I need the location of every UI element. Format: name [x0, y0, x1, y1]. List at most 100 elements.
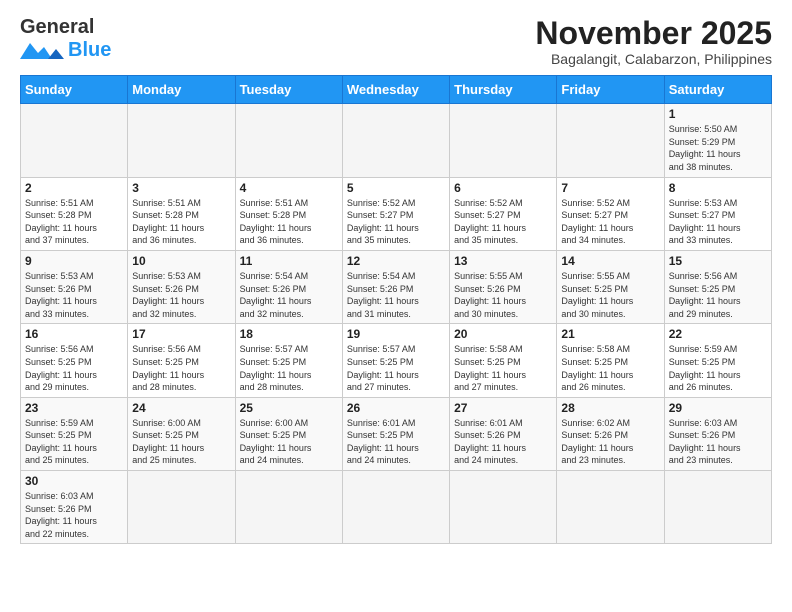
day-number: 8 [669, 181, 767, 195]
calendar-day-cell: 5Sunrise: 5:52 AM Sunset: 5:27 PM Daylig… [342, 177, 449, 250]
day-info: Sunrise: 5:57 AM Sunset: 5:25 PM Dayligh… [347, 343, 445, 393]
calendar-day-cell [235, 471, 342, 544]
day-info: Sunrise: 6:00 AM Sunset: 5:25 PM Dayligh… [132, 417, 230, 467]
day-number: 25 [240, 401, 338, 415]
calendar-day-cell: 18 Sunrise: 5:57 AM Sunset: 5:25 PM Dayli… [235, 324, 342, 397]
day-info: Sunrise: 5:52 AM Sunset: 5:27 PM Dayligh… [561, 197, 659, 247]
day-header-saturday: Saturday [664, 76, 771, 104]
day-info: Sunrise: 6:02 AM Sunset: 5:26 PM Dayligh… [561, 417, 659, 467]
day-info: Sunrise: 5:53 AM Sunset: 5:26 PM Dayligh… [132, 270, 230, 320]
day-info: Sunrise: 5:57 AM Sunset: 5:25 PM Dayligh… [240, 343, 338, 393]
day-number: 28 [561, 401, 659, 415]
calendar-day-cell: 28 Sunrise: 6:02 AM Sunset: 5:26 PM Dayli… [557, 397, 664, 470]
calendar-day-cell: 16Sunrise: 5:56 AM Sunset: 5:25 PM Dayli… [21, 324, 128, 397]
day-number: 2 [25, 181, 123, 195]
calendar-day-cell [664, 471, 771, 544]
day-header-thursday: Thursday [450, 76, 557, 104]
day-number: 19 [347, 327, 445, 341]
calendar-day-cell: 4 Sunrise: 5:51 AM Sunset: 5:28 PM Daylig… [235, 177, 342, 250]
day-number: 29 [669, 401, 767, 415]
calendar-day-cell: 30Sunrise: 6:03 AM Sunset: 5:26 PM Dayli… [21, 471, 128, 544]
calendar-day-cell: 24 Sunrise: 6:00 AM Sunset: 5:25 PM Dayli… [128, 397, 235, 470]
logo: General Blue [20, 16, 111, 62]
day-header-monday: Monday [128, 76, 235, 104]
day-info: Sunrise: 5:56 AM Sunset: 5:25 PM Dayligh… [25, 343, 123, 393]
day-number: 4 [240, 181, 338, 195]
day-info: Sunrise: 6:03 AM Sunset: 5:26 PM Dayligh… [669, 417, 767, 467]
calendar-day-cell [342, 471, 449, 544]
calendar-day-cell: 10 Sunrise: 5:53 AM Sunset: 5:26 PM Dayli… [128, 250, 235, 323]
day-number: 24 [132, 401, 230, 415]
calendar-day-cell: 26 Sunrise: 6:01 AM Sunset: 5:25 PM Dayli… [342, 397, 449, 470]
day-info: Sunrise: 5:58 AM Sunset: 5:25 PM Dayligh… [454, 343, 552, 393]
day-info: Sunrise: 5:56 AM Sunset: 5:25 PM Dayligh… [132, 343, 230, 393]
day-info: Sunrise: 5:56 AM Sunset: 5:25 PM Dayligh… [669, 270, 767, 320]
calendar-day-cell: 21 Sunrise: 5:58 AM Sunset: 5:25 PM Dayli… [557, 324, 664, 397]
calendar-week-row: 1 Sunrise: 5:50 AM Sunset: 5:29 PM Daylig… [21, 104, 772, 177]
day-number: 5 [347, 181, 445, 195]
day-info: Sunrise: 5:50 AM Sunset: 5:29 PM Dayligh… [669, 123, 767, 173]
day-number: 18 [240, 327, 338, 341]
calendar-day-cell: 1 Sunrise: 5:50 AM Sunset: 5:29 PM Daylig… [664, 104, 771, 177]
calendar-day-cell: 7Sunrise: 5:52 AM Sunset: 5:27 PM Daylig… [557, 177, 664, 250]
day-number: 14 [561, 254, 659, 268]
calendar-day-cell [21, 104, 128, 177]
day-info: Sunrise: 5:58 AM Sunset: 5:25 PM Dayligh… [561, 343, 659, 393]
calendar-week-row: 2 Sunrise: 5:51 AM Sunset: 5:28 PM Daylig… [21, 177, 772, 250]
month-year-title: November 2025 [535, 16, 772, 51]
day-number: 30 [25, 474, 123, 488]
day-info: Sunrise: 6:01 AM Sunset: 5:26 PM Dayligh… [454, 417, 552, 467]
day-number: 11 [240, 254, 338, 268]
calendar-day-cell: 3 Sunrise: 5:51 AM Sunset: 5:28 PM Daylig… [128, 177, 235, 250]
calendar-week-row: 16Sunrise: 5:56 AM Sunset: 5:25 PM Dayli… [21, 324, 772, 397]
day-header-wednesday: Wednesday [342, 76, 449, 104]
day-number: 1 [669, 107, 767, 121]
day-number: 10 [132, 254, 230, 268]
title-block: November 2025 Bagalangit, Calabarzon, Ph… [535, 16, 772, 67]
calendar-day-cell: 25Sunrise: 6:00 AM Sunset: 5:25 PM Dayli… [235, 397, 342, 470]
calendar-day-cell [450, 104, 557, 177]
calendar-week-row: 23 Sunrise: 5:59 AM Sunset: 5:25 PM Dayli… [21, 397, 772, 470]
day-info: Sunrise: 5:55 AM Sunset: 5:26 PM Dayligh… [454, 270, 552, 320]
day-number: 17 [132, 327, 230, 341]
page-header: General Blue November 2025 Bagalangit, C… [20, 16, 772, 67]
day-number: 3 [132, 181, 230, 195]
day-number: 15 [669, 254, 767, 268]
calendar-table: SundayMondayTuesdayWednesdayThursdayFrid… [20, 75, 772, 544]
day-info: Sunrise: 5:59 AM Sunset: 5:25 PM Dayligh… [25, 417, 123, 467]
day-info: Sunrise: 5:53 AM Sunset: 5:26 PM Dayligh… [25, 270, 123, 320]
calendar-day-cell: 14 Sunrise: 5:55 AM Sunset: 5:25 PM Dayli… [557, 250, 664, 323]
calendar-day-cell: 22Sunrise: 5:59 AM Sunset: 5:25 PM Dayli… [664, 324, 771, 397]
calendar-day-cell [128, 471, 235, 544]
calendar-day-cell: 2Sunrise: 5:51 AM Sunset: 5:28 PM Daylig… [21, 177, 128, 250]
calendar-day-cell: 13Sunrise: 5:55 AM Sunset: 5:26 PM Dayli… [450, 250, 557, 323]
day-info: Sunrise: 5:59 AM Sunset: 5:25 PM Dayligh… [669, 343, 767, 393]
calendar-day-cell: 8 Sunrise: 5:53 AM Sunset: 5:27 PM Daylig… [664, 177, 771, 250]
day-info: Sunrise: 5:55 AM Sunset: 5:25 PM Dayligh… [561, 270, 659, 320]
day-info: Sunrise: 6:01 AM Sunset: 5:25 PM Dayligh… [347, 417, 445, 467]
day-info: Sunrise: 5:51 AM Sunset: 5:28 PM Dayligh… [240, 197, 338, 247]
calendar-week-row: 9 Sunrise: 5:53 AM Sunset: 5:26 PM Daylig… [21, 250, 772, 323]
day-header-friday: Friday [557, 76, 664, 104]
logo-blue: Blue [68, 39, 111, 62]
calendar-day-cell: 9 Sunrise: 5:53 AM Sunset: 5:26 PM Daylig… [21, 250, 128, 323]
calendar-day-cell: 29 Sunrise: 6:03 AM Sunset: 5:26 PM Dayli… [664, 397, 771, 470]
day-number: 27 [454, 401, 552, 415]
day-number: 12 [347, 254, 445, 268]
day-number: 23 [25, 401, 123, 415]
day-number: 9 [25, 254, 123, 268]
calendar-day-cell: 27 Sunrise: 6:01 AM Sunset: 5:26 PM Dayli… [450, 397, 557, 470]
logo-general: General [20, 16, 94, 39]
location-subtitle: Bagalangit, Calabarzon, Philippines [535, 51, 772, 67]
calendar-day-cell: 15 Sunrise: 5:56 AM Sunset: 5:25 PM Dayli… [664, 250, 771, 323]
day-info: Sunrise: 5:54 AM Sunset: 5:26 PM Dayligh… [347, 270, 445, 320]
day-number: 6 [454, 181, 552, 195]
logo-icon [20, 41, 64, 61]
day-number: 26 [347, 401, 445, 415]
day-info: Sunrise: 5:51 AM Sunset: 5:28 PM Dayligh… [132, 197, 230, 247]
day-info: Sunrise: 5:52 AM Sunset: 5:27 PM Dayligh… [454, 197, 552, 247]
day-info: Sunrise: 5:53 AM Sunset: 5:27 PM Dayligh… [669, 197, 767, 247]
day-number: 21 [561, 327, 659, 341]
calendar-day-cell: 23 Sunrise: 5:59 AM Sunset: 5:25 PM Dayli… [21, 397, 128, 470]
day-header-sunday: Sunday [21, 76, 128, 104]
